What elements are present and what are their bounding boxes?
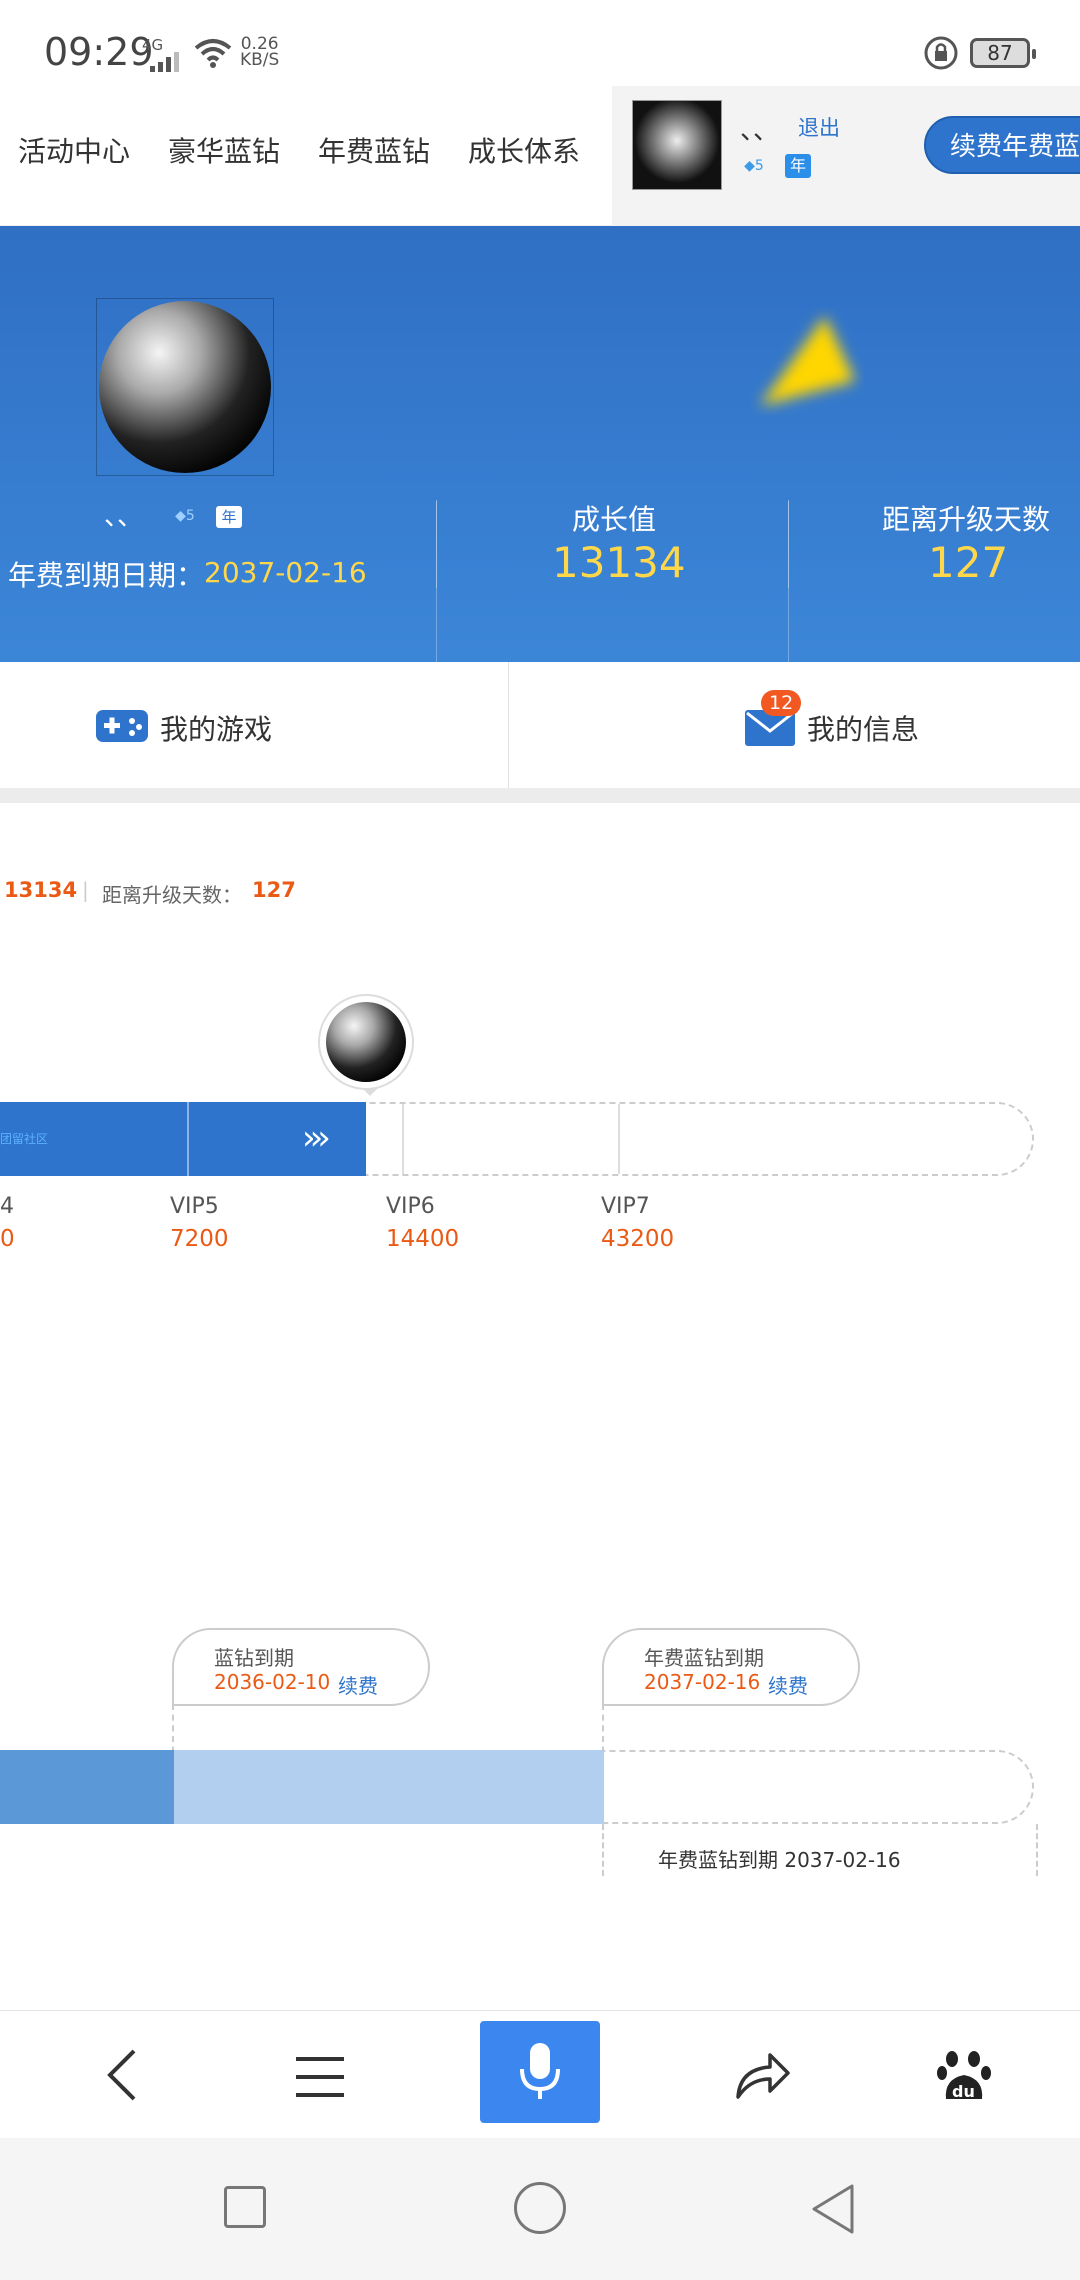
vip-level-value: 0: [0, 1226, 15, 1252]
tab-my-messages[interactable]: 12 我的信息: [509, 662, 1080, 788]
tab-label-messages: 我的信息: [807, 713, 920, 746]
diamond-level-icon: ◆5: [175, 508, 195, 524]
annual-renew-link[interactable]: 续费: [768, 1670, 808, 1699]
top-nav: 活动中心 豪华蓝钻 年费蓝钻 成长体系 、、 退出 ◆5 年: [0, 86, 1080, 226]
voice-search-button[interactable]: [480, 2021, 600, 2123]
vip-level-value: 43200: [601, 1226, 675, 1252]
growth-value: 13134: [552, 538, 686, 587]
share-icon[interactable]: [734, 2049, 792, 2101]
days-label: 距离升级天数: [882, 503, 1051, 536]
vip-level-name: VIP6: [386, 1194, 435, 1219]
info-separator: |: [82, 878, 89, 902]
browser-toolbar: du: [0, 2010, 1080, 2138]
blue-renew-link[interactable]: 续费: [338, 1670, 378, 1699]
hero-divider: [788, 500, 789, 588]
growth-info-days-label: 距离升级天数：: [102, 883, 242, 907]
vip-level-name: 4: [0, 1194, 14, 1219]
blue-expiry-date: 2036-02-10: [214, 1670, 331, 1694]
battery-indicator: 87: [970, 38, 1036, 68]
renew-annual-button[interactable]: 续费年费蓝钻: [924, 116, 1080, 174]
expiry-segment-annual: [174, 1750, 604, 1824]
annual-expiry-date: 2037-02-16: [644, 1670, 761, 1694]
blue-expiry-title: 蓝钻到期: [214, 1646, 294, 1670]
hero-badge-level: 5: [185, 508, 195, 524]
hero-user-name: 、、: [104, 502, 144, 532]
progress-arrows-icon: ›››: [302, 1118, 331, 1158]
diamond-level-icon: ◆5: [744, 158, 764, 174]
menu-icon[interactable]: [296, 2055, 344, 2099]
expiry-date: 2037-02-16: [204, 556, 367, 589]
profile-avatar[interactable]: [99, 301, 271, 473]
rotation-lock-icon: [924, 36, 958, 70]
nav-item-activity[interactable]: 活动中心: [18, 130, 130, 170]
progress-avatar-ring: [318, 994, 414, 1090]
progress-avatar: [326, 1002, 406, 1082]
blue-diamond-expiry-bubble: 蓝钻到期 2036-02-10 续费: [172, 1628, 430, 1706]
annual-expiry-bubble: 年费蓝钻到期 2037-02-16 续费: [602, 1628, 860, 1706]
network-speed: 0.26 KB/S: [240, 36, 280, 70]
hero-divider: [436, 500, 437, 588]
nav-item-annual[interactable]: 年费蓝钻: [318, 130, 430, 170]
nav-item-growth[interactable]: 成长体系: [468, 130, 580, 170]
recent-apps-icon[interactable]: [224, 2186, 266, 2228]
expiry-label: 年费到期日期：: [8, 559, 205, 592]
message-count-badge: 12: [761, 690, 802, 716]
section-divider: [0, 788, 1080, 803]
crown-icon: [760, 316, 855, 406]
avatar[interactable]: [632, 100, 722, 190]
baidu-paw-icon[interactable]: du: [936, 2049, 992, 2105]
nav-user-name: 、、: [740, 116, 780, 146]
growth-info-value: 13134: [4, 878, 78, 902]
badge-level: 5: [754, 158, 764, 174]
microphone-icon: [520, 2043, 560, 2099]
svg-text:du: du: [952, 2082, 975, 2101]
avatar-frame: [96, 298, 274, 476]
progress-bar-text: 团留社区: [0, 1132, 49, 1146]
vip-level-value: 14400: [386, 1226, 460, 1252]
gamepad-icon: [96, 710, 148, 742]
status-time: 09:29: [44, 30, 154, 74]
growth-info-days-value: 127: [252, 878, 296, 902]
days-value: 127: [928, 538, 1009, 587]
expiry-segment-blue: [0, 1750, 174, 1824]
signal-icon: [150, 52, 179, 72]
system-back-icon[interactable]: [808, 2182, 858, 2236]
tab-my-games[interactable]: 我的游戏: [0, 662, 508, 788]
annual-badge: 年: [785, 154, 811, 178]
speed-unit: KB/S: [240, 50, 280, 70]
wifi-icon: [194, 39, 232, 68]
tabs-bar: 我的游戏 12 我的信息: [0, 662, 1080, 788]
back-icon[interactable]: [102, 2047, 142, 2103]
logout-link[interactable]: 退出: [798, 112, 840, 142]
growth-label: 成长值: [572, 503, 657, 536]
member-hero: 、、 ◆5 年 年费到期日期： 2037-02-16 成长值 13134 距离升…: [0, 226, 1080, 813]
system-nav-bar: [0, 2138, 1080, 2280]
vip-level-name: VIP7: [601, 1194, 650, 1219]
tab-label-games: 我的游戏: [160, 713, 273, 746]
annual-expiry-caption: 年费蓝钻到期 2037-02-16: [658, 1848, 901, 1872]
hero-annual-badge: 年: [216, 506, 242, 528]
annual-expiry-title: 年费蓝钻到期: [644, 1646, 764, 1670]
nav-item-luxury[interactable]: 豪华蓝钻: [168, 130, 280, 170]
vip-level-name: VIP5: [170, 1194, 219, 1219]
vip-level-value: 7200: [170, 1226, 229, 1252]
home-icon[interactable]: [514, 2182, 566, 2234]
status-bar: 09:29 4G 0.26 KB/S 87: [0, 0, 1080, 86]
